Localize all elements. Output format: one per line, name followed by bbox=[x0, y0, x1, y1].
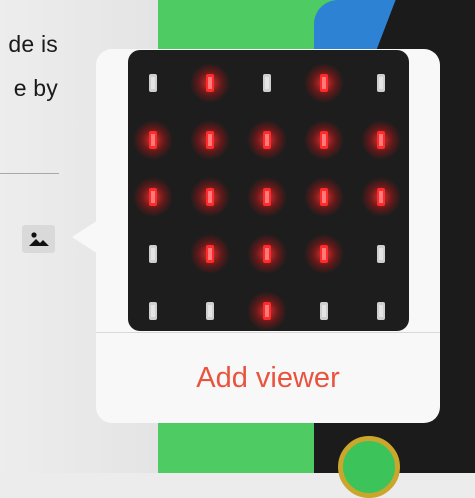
led-matrix bbox=[133, 63, 401, 331]
led-highlight bbox=[151, 191, 155, 203]
led-highlight bbox=[265, 77, 269, 89]
led-highlight bbox=[151, 77, 155, 89]
led-highlight bbox=[379, 134, 383, 146]
led-highlight bbox=[379, 191, 383, 203]
microbit-button bbox=[338, 436, 400, 498]
led-highlight bbox=[265, 134, 269, 146]
led-highlight bbox=[208, 191, 212, 203]
led-highlight bbox=[322, 77, 326, 89]
led-highlight bbox=[208, 248, 212, 260]
led-highlight bbox=[265, 305, 269, 317]
image-button[interactable] bbox=[22, 225, 55, 253]
divider bbox=[0, 173, 59, 174]
led-highlight bbox=[322, 134, 326, 146]
image-icon bbox=[28, 232, 49, 246]
led-highlight bbox=[379, 248, 383, 260]
doc-text-line: e by bbox=[13, 75, 58, 101]
led-highlight bbox=[322, 305, 326, 317]
led-highlight bbox=[379, 305, 383, 317]
doc-text-line: de is bbox=[8, 31, 58, 57]
led-matrix-preview bbox=[128, 50, 409, 331]
led-highlight bbox=[151, 305, 155, 317]
led-highlight bbox=[379, 77, 383, 89]
add-viewer-button[interactable]: Add viewer bbox=[96, 333, 440, 423]
led-highlight bbox=[208, 134, 212, 146]
led-highlight bbox=[208, 305, 212, 317]
led-highlight bbox=[208, 77, 212, 89]
led-highlight bbox=[322, 248, 326, 260]
led-highlight bbox=[151, 134, 155, 146]
led-highlight bbox=[151, 248, 155, 260]
led-highlight bbox=[265, 191, 269, 203]
led-highlight bbox=[265, 248, 269, 260]
led-highlight bbox=[322, 191, 326, 203]
